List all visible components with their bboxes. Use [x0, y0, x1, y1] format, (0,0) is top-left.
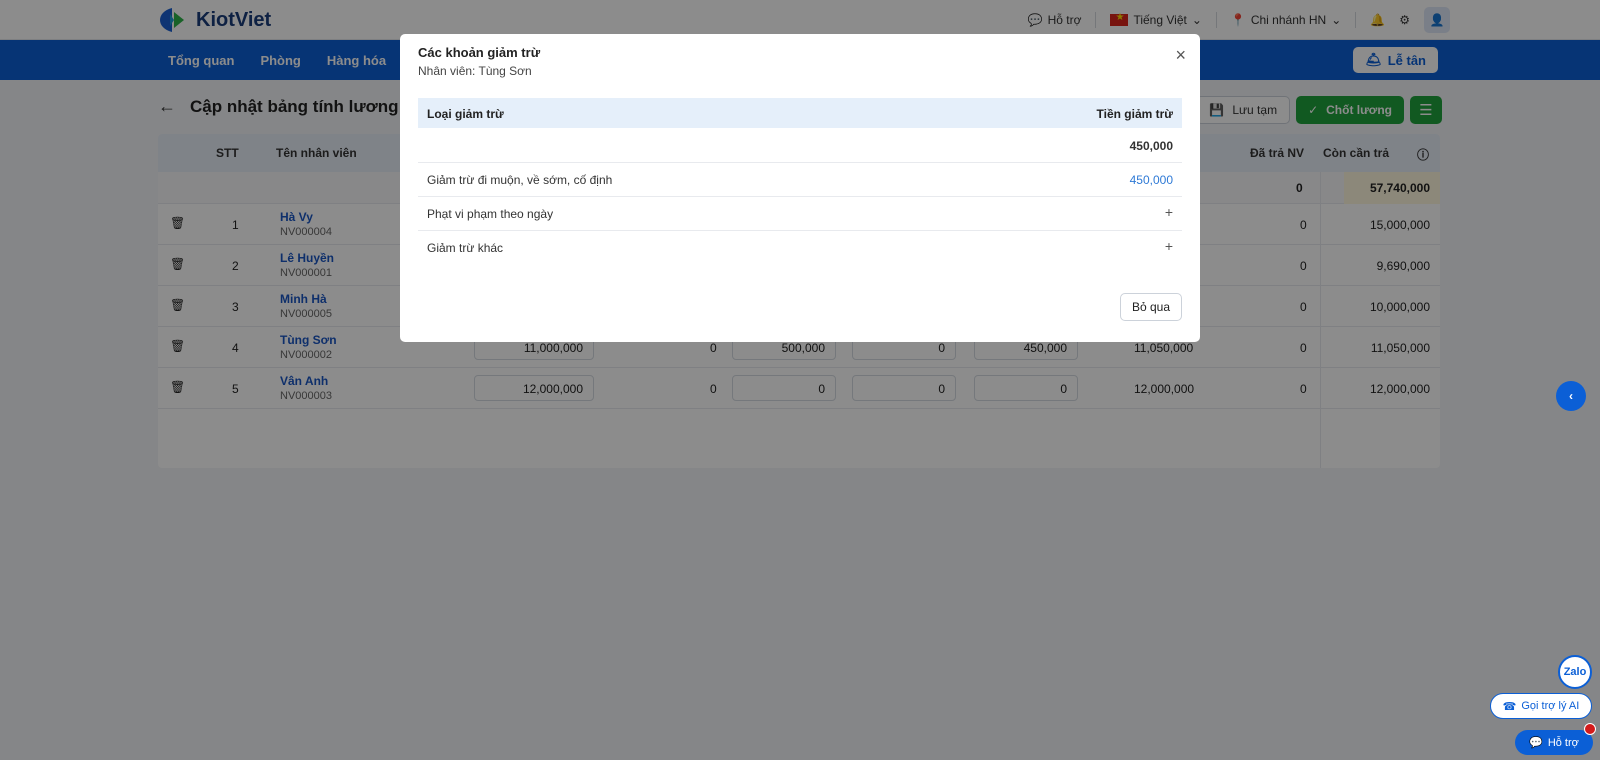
phone-icon: ☎	[1502, 700, 1517, 713]
skip-button[interactable]: Bỏ qua	[1119, 293, 1182, 321]
deduction-value-link[interactable]: 450,000	[1130, 173, 1173, 187]
help-label: Hỗ trợ	[1547, 736, 1579, 749]
modal-subtitle: Nhân viên: Tùng Sơn	[418, 64, 532, 78]
chat-icon: 💬	[1529, 737, 1543, 749]
header-deduction-type: Loại giảm trừ	[427, 107, 504, 121]
deduction-row: Giảm trừ khác +	[418, 230, 1182, 265]
deduction-row: Phạt vi phạm theo ngày +	[418, 196, 1182, 231]
notification-dot	[1584, 723, 1596, 735]
deduction-total: 450,000	[1129, 139, 1173, 153]
chevron-left-icon: ‹	[1569, 389, 1573, 403]
zalo-button[interactable]: Zalo	[1558, 655, 1592, 689]
deduction-label: Phạt vi phạm theo ngày	[427, 207, 554, 221]
deduction-total-row: 450,000	[418, 128, 1182, 163]
collapse-panel-button[interactable]: ‹	[1556, 381, 1586, 411]
deduction-table-header: Loại giảm trừ Tiền giảm trừ	[418, 98, 1182, 128]
header-deduction-amount: Tiền giảm trừ	[1096, 107, 1173, 121]
close-icon[interactable]: ×	[1175, 45, 1186, 66]
add-icon[interactable]: +	[1165, 204, 1173, 220]
modal-title: Các khoản giảm trừ	[418, 45, 541, 60]
deduction-row: Giảm trừ đi muộn, về sớm, cố định 450,00…	[418, 162, 1182, 197]
deduction-label: Giảm trừ khác	[427, 241, 504, 255]
add-icon[interactable]: +	[1165, 238, 1173, 254]
ai-assistant-label: Gọi trợ lý AI	[1521, 700, 1580, 712]
ai-assistant-button[interactable]: ☎ Gọi trợ lý AI	[1490, 693, 1592, 719]
deductions-modal: Các khoản giảm trừ Nhân viên: Tùng Sơn ×…	[400, 34, 1200, 342]
deduction-label: Giảm trừ đi muộn, về sớm, cố định	[427, 173, 613, 187]
help-chat-button[interactable]: 💬 Hỗ trợ	[1515, 730, 1593, 755]
